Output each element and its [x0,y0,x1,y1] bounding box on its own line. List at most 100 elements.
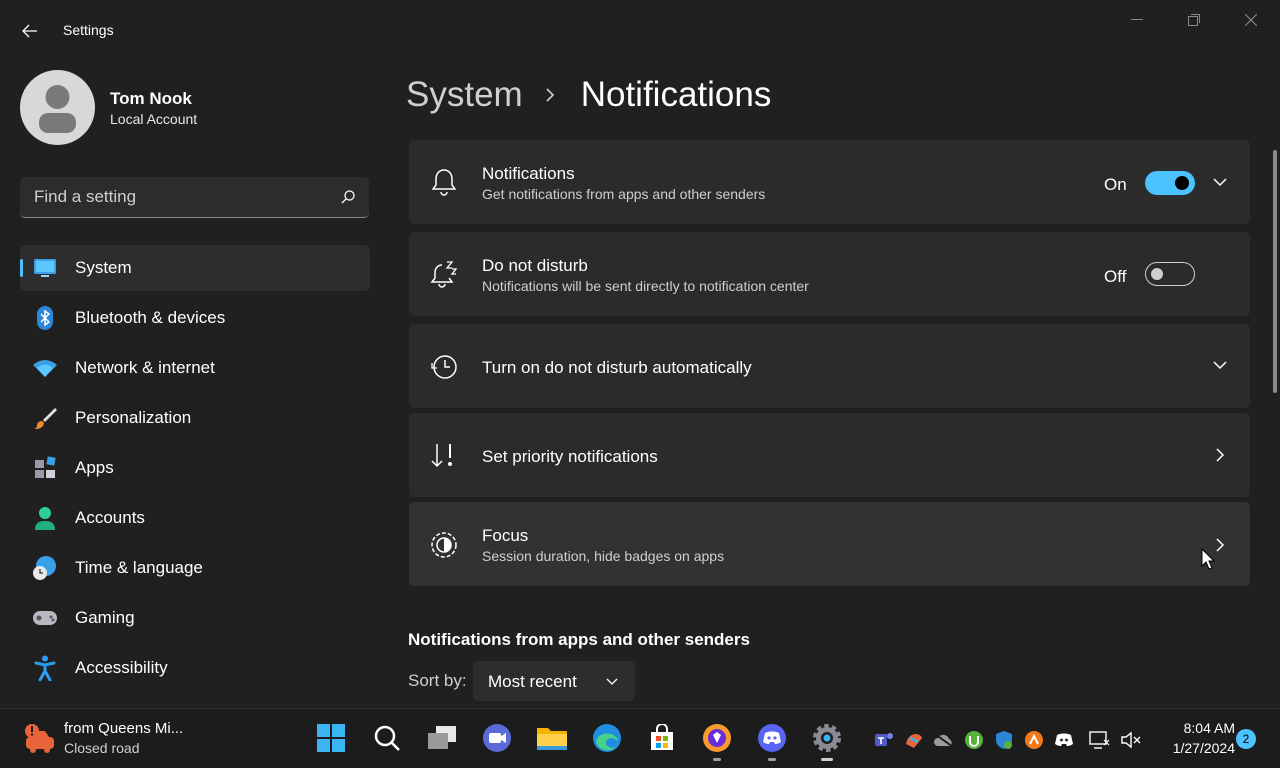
chevron-right-icon[interactable] [1211,446,1229,464]
sidebar-item-gaming[interactable]: Gaming [20,595,370,641]
chevron-down-icon[interactable] [1211,173,1229,191]
card-subtitle: Get notifications from apps and other se… [482,186,766,202]
sidebar-item-label: Network & internet [75,358,215,377]
do-not-disturb-card[interactable]: Do not disturb Notifications will be sen… [409,232,1250,316]
wifi-icon [32,356,58,380]
sidebar-item-label: Apps [75,458,114,477]
running-indicator [821,758,833,761]
sidebar-nav: System Bluetooth & devices Network & int… [20,245,370,695]
bluetooth-icon [32,306,58,330]
restore-button[interactable] [1179,8,1209,32]
search-box [20,177,369,218]
chevron-right-icon [545,85,559,105]
sidebar-item-personalization[interactable]: Personalization [20,395,370,441]
focus-icon [429,530,459,560]
sidebar-item-accounts[interactable]: Accounts [20,495,370,541]
brave-icon[interactable] [700,721,734,761]
arrow-left-icon [22,24,37,38]
running-indicator [713,758,721,761]
discord-icon[interactable] [755,721,789,761]
copilot-icon[interactable] [903,729,925,751]
person-icon [32,506,58,530]
brush-icon [32,406,58,430]
discord-tray-icon[interactable] [1053,729,1075,751]
section-title: Notifications from apps and other sender… [408,630,750,649]
scrollbar[interactable] [1273,150,1277,393]
do-not-disturb-toggle[interactable] [1145,262,1195,286]
avast-icon[interactable] [1023,729,1045,751]
notifications-toggle[interactable] [1145,171,1195,195]
search-icon[interactable] [340,189,356,205]
clock-time[interactable]: 8:04 AM [1163,720,1235,736]
onedrive-offline-icon[interactable] [933,729,955,751]
sidebar-item-network[interactable]: Network & internet [20,345,370,391]
sort-label: Sort by: [408,671,467,690]
title-bar: Settings [0,0,1280,62]
globe-clock-icon [32,556,58,580]
focus-card[interactable]: Focus Session duration, hide badges on a… [409,502,1250,586]
close-icon [1245,14,1257,26]
toggle-knob [1151,268,1163,280]
start-icon[interactable] [314,721,348,755]
clock-icon [429,352,459,382]
sidebar-item-system[interactable]: System [20,245,370,291]
edge-icon[interactable] [590,721,624,755]
priority-notifications-card[interactable]: Set priority notifications [409,413,1250,497]
active-indicator [20,259,23,277]
news-widget-title[interactable]: from Queens Mi... [64,720,183,737]
bell-icon [429,167,459,197]
breadcrumb-parent[interactable]: System [406,75,523,115]
page-title: Notifications [580,75,772,114]
system-icon [32,256,58,280]
sidebar-item-accessibility[interactable]: Accessibility [20,645,370,691]
settings-icon[interactable] [810,721,844,761]
sidebar-item-time-language[interactable]: Time & language [20,545,370,591]
toggle-knob [1175,176,1189,190]
card-subtitle: Session duration, hide badges on apps [482,548,725,564]
sidebar-item-label: Personalization [75,408,192,427]
sidebar-item-apps[interactable]: Apps [20,445,370,491]
app-title: Settings [63,22,114,38]
traffic-alert-icon[interactable] [22,723,58,755]
account-type: Local Account [110,111,198,127]
toggle-state-label: On [1104,175,1127,194]
teams-icon[interactable] [873,729,895,751]
search-icon[interactable] [370,721,404,755]
minimize-button[interactable] [1122,8,1152,32]
card-title: Notifications [482,164,575,183]
avatar[interactable] [20,70,95,145]
gamepad-icon [32,606,58,630]
accessibility-icon [32,655,58,681]
sort-dropdown[interactable]: Most recent [473,661,635,701]
minimize-icon [1131,19,1143,20]
restore-icon [1188,14,1200,26]
back-button[interactable] [14,16,46,46]
clock-date[interactable]: 1/27/2024 [1158,740,1235,756]
card-title: Focus [482,526,529,545]
card-subtitle: Notifications will be sent directly to n… [482,278,809,294]
toggle-state-label: Off [1104,267,1127,286]
priority-sort-icon [429,441,459,471]
store-icon[interactable] [645,721,679,755]
close-button[interactable] [1236,8,1266,32]
notifications-card[interactable]: Notifications Get notifications from app… [409,140,1250,224]
sort-value: Most recent [488,672,577,691]
sidebar-item-label: System [75,258,132,277]
utorrent-icon[interactable] [963,729,985,751]
search-input[interactable] [20,177,320,217]
bell-snooze-icon [429,259,459,289]
task-view-icon[interactable] [425,721,459,755]
dnd-automatic-card[interactable]: Turn on do not disturb automatically [409,324,1250,408]
chevron-down-icon [606,678,618,685]
network-icon[interactable] [1088,729,1110,751]
chevron-down-icon[interactable] [1211,356,1229,374]
sidebar-item-bluetooth[interactable]: Bluetooth & devices [20,295,370,341]
person-placeholder-icon [39,85,76,133]
running-indicator [768,758,776,761]
sidebar-item-label: Bluetooth & devices [75,308,226,327]
windows-security-icon[interactable] [993,729,1015,751]
zoom-icon[interactable] [480,721,514,755]
notification-count-badge[interactable]: 2 [1236,729,1256,749]
volume-muted-icon[interactable] [1120,729,1142,751]
file-explorer-icon[interactable] [535,721,569,755]
